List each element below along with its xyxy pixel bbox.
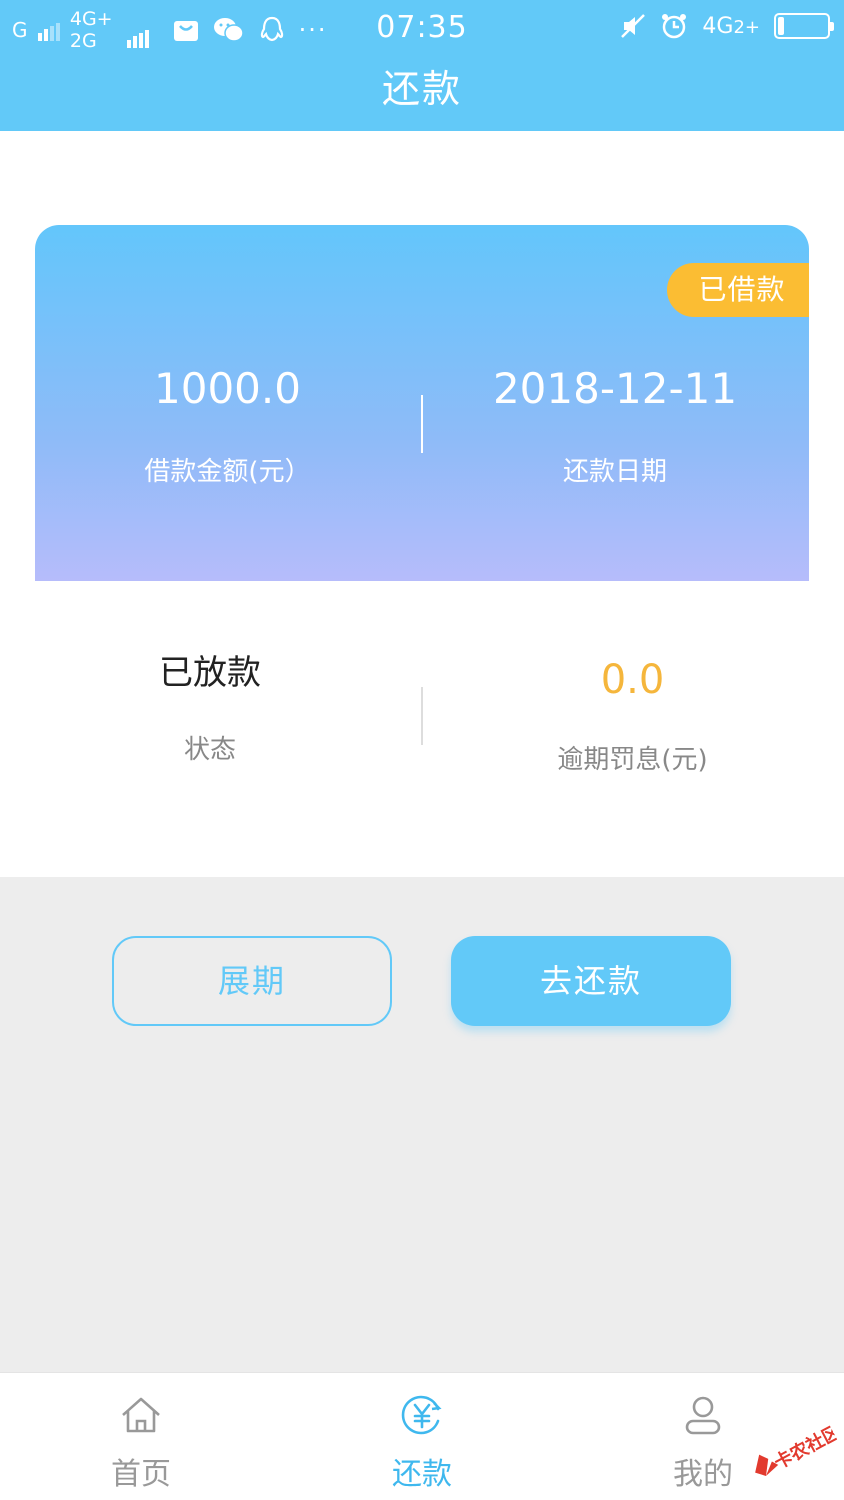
mute-icon [621,14,646,38]
alarm-icon [662,14,687,39]
status-bar: G 4G+ 2G ··· 07:35 4G2+ [0,0,844,56]
status-label: 状态 [183,735,236,765]
extend-button[interactable]: 展期 [112,936,392,1026]
tab-home-label: 首页 [111,1457,171,1492]
loan-card: 已借款 1000.0 借款金额(元） 2018-12-11 还款日期 [35,225,809,581]
bottom-tab-bar: 首页 还款 我的 卡农社区 [0,1372,844,1500]
penalty-value: 0.0 [600,657,665,703]
loan-status-badge: 已借款 [667,263,809,317]
loan-amount-section: 1000.0 借款金额(元） [95,365,360,488]
card-divider [421,395,423,453]
status-value: 已放款 [159,653,261,693]
tab-repay-label: 还款 [392,1457,452,1492]
repay-date-label: 还款日期 [562,457,667,487]
page-title: 还款 [381,67,462,111]
home-icon [122,1397,160,1433]
repay-date-section: 2018-12-11 还款日期 [475,365,755,488]
penalty-section: 0.0 逾期罚息(元) [520,651,745,776]
loan-amount-label: 借款金额(元） [144,457,311,487]
status-right: 4G2+ [620,12,834,40]
tab-repay[interactable]: 还款 [332,1373,512,1500]
status-section: 已放款 状态 [100,651,320,766]
yen-circle-icon [401,1395,442,1435]
repay-button[interactable]: 去还款 [451,936,731,1026]
loan-amount-value: 1000.0 [154,364,301,413]
penalty-label: 逾期罚息(元) [557,745,708,775]
user-icon [685,1396,721,1435]
watermark-text: 卡农社区 [770,1421,843,1473]
network-type-4-suffix: 2+ [733,16,760,38]
tab-home[interactable]: 首页 [51,1373,231,1500]
app-header: G 4G+ 2G ··· 07:35 4G2+ 还款 [0,0,844,131]
battery-icon [774,13,834,39]
network-indicator-4: 4G2+ [702,14,760,39]
repay-date-value: 2018-12-11 [492,364,738,413]
details-divider [421,687,423,745]
main-content: 已借款 1000.0 借款金额(元） 2018-12-11 还款日期 已放款 状… [0,131,844,877]
network-type-4: 4G [702,13,734,39]
